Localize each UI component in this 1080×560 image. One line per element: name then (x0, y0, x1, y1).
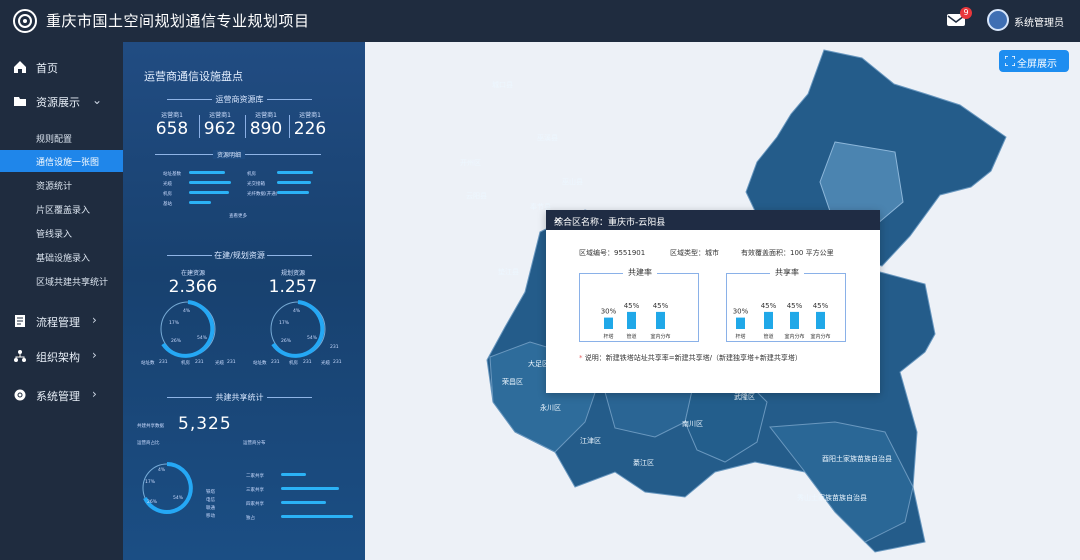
home-icon (14, 61, 26, 73)
chart-bar (764, 311, 773, 329)
sidebar: 首页 资源展示 ⌄ 规则配置 通信设施一张图 资源统计 片区覆盖录入 管线录入 基… (0, 42, 123, 560)
bar-category-label: 室内分布 (650, 333, 670, 340)
chart-bar (816, 311, 825, 329)
operator-metric: 运营商1 658 (155, 112, 189, 139)
sub-stats[interactable]: 资源统计 (0, 174, 123, 196)
stats-panel: 运营商通信设施盘点 运营商资源库 运营商1 658 运营商1 962 运营商1 890… (123, 42, 365, 560)
chart-bar (790, 311, 799, 329)
nav-process[interactable]: 流程管理 › (0, 306, 123, 336)
sub-coverage[interactable]: 片区覆盖录入 (0, 198, 123, 220)
org-icon (14, 350, 26, 362)
logo-icon (13, 9, 37, 33)
shared-total: 5,325 (178, 414, 232, 434)
operator-metric: 运营商1 962 (203, 112, 237, 139)
bar-value-label: 30% (733, 308, 749, 316)
chevron-right-icon: › (92, 313, 97, 327)
notification-badge: 9 (960, 7, 972, 19)
sub-pipe[interactable]: 管线录入 (0, 222, 123, 244)
chevron-down-icon: ⌄ (92, 93, 103, 107)
in-build-metric: 在建资源 2.366 (168, 270, 218, 297)
bar-value-label: 45% (761, 302, 777, 310)
nav-org[interactable]: 组织架构 › (0, 341, 123, 371)
user-name[interactable]: 系统管理员 (1014, 14, 1064, 29)
chart-bar (656, 311, 665, 329)
nav-resources[interactable]: 资源展示 ⌄ (0, 86, 123, 116)
bar-value-label: 45% (813, 302, 829, 310)
build-rate-svg: 30% 杆塔 45% 管道 45% 室内分布 (601, 302, 671, 340)
popup-note: 说明：新建铁塔站址共享率=新建共享塔/（新建独享塔+新建共享塔） (579, 353, 802, 363)
build-rate-chart: 共建率 30% 杆塔 45% 管道 45% 室内分布 (579, 267, 699, 342)
area-code: 区域编号：9551901 (579, 249, 646, 257)
bar-value-label: 45% (787, 302, 803, 310)
bar-value-label: 45% (624, 302, 640, 310)
shared-title: 共建共享统计 (167, 392, 312, 403)
app-title: 重庆市国土空间规划通信专业规划项目 (46, 12, 310, 30)
bar-category-label: 室内分布 (810, 333, 830, 340)
bar-category-label: 管道 (626, 333, 636, 340)
bar-value-label: 30% (601, 308, 617, 316)
bar-category-label: 杆塔 (603, 333, 613, 340)
bar-category-label: 室内分布 (784, 333, 804, 340)
coverage: 有效覆盖面积：100 平方公里 (741, 249, 834, 257)
build-title: 在建/规划资源 (167, 250, 312, 261)
operator-pool-title: 运营商资源库 (167, 94, 312, 105)
share-rate-chart: 共享率 30% 杆塔 45% 管道 45% 室内分布 45% 室内分布 (726, 267, 846, 342)
sub-infra[interactable]: 基础设施录入 (0, 246, 123, 268)
resource-detail-box: 资源明细 站址基数 光缆 机房 基站 机房 光交接箱 光纤数据(开通) 查看更多 (155, 150, 321, 219)
shared-ring (142, 462, 193, 514)
chart-bar (736, 317, 745, 329)
sub-rule[interactable]: 规则配置 (0, 127, 123, 149)
fullscreen-button[interactable]: 全屏展示 (999, 50, 1069, 72)
operator-metric: 运营商1 226 (293, 112, 327, 139)
share-rate-svg: 30% 杆塔 45% 管道 45% 室内分布 45% 室内分布 (733, 302, 831, 340)
build-ring-right (270, 300, 326, 358)
chart-bar (604, 317, 613, 329)
nav-resources-label: 资源展示 (36, 96, 80, 109)
document-icon (15, 315, 25, 327)
region-popup: 综合区名称：重庆市-云阳县 × 区域编号：9551901 区域类型：城市 有效覆盖… (546, 210, 880, 393)
avatar[interactable] (987, 9, 1009, 31)
chevron-right-icon: › (92, 387, 97, 401)
chart-bar (627, 311, 636, 329)
folder-icon (14, 97, 26, 106)
nav-home-label: 首页 (36, 62, 58, 75)
planned-metric: 规划资源 1.257 (268, 270, 318, 297)
sub-shared[interactable]: 区域共建共享统计 (0, 270, 123, 292)
nav-system[interactable]: 系统管理 › (0, 380, 123, 410)
close-icon[interactable]: × (554, 215, 872, 226)
panel-title: 运营商通信设施盘点 (144, 70, 243, 83)
sub-map[interactable]: 通信设施一张图 (0, 150, 123, 172)
bar-category-label: 杆塔 (735, 333, 745, 340)
bar-value-label: 45% (653, 302, 669, 310)
bar-category-label: 管道 (763, 333, 773, 340)
popup-header: 综合区名称：重庆市-云阳县 × (546, 210, 880, 230)
top-header: 重庆市国土空间规划通信专业规划项目 9 系统管理员 (0, 0, 1080, 42)
nav-home[interactable]: 首页 (0, 52, 123, 82)
build-ring-left (160, 300, 216, 358)
expand-icon (1005, 56, 1015, 66)
operator-metric: 运营商1 890 (249, 112, 283, 139)
chevron-right-icon: › (92, 348, 97, 362)
area-type: 区域类型：城市 (670, 249, 719, 257)
gear-icon (14, 389, 26, 401)
